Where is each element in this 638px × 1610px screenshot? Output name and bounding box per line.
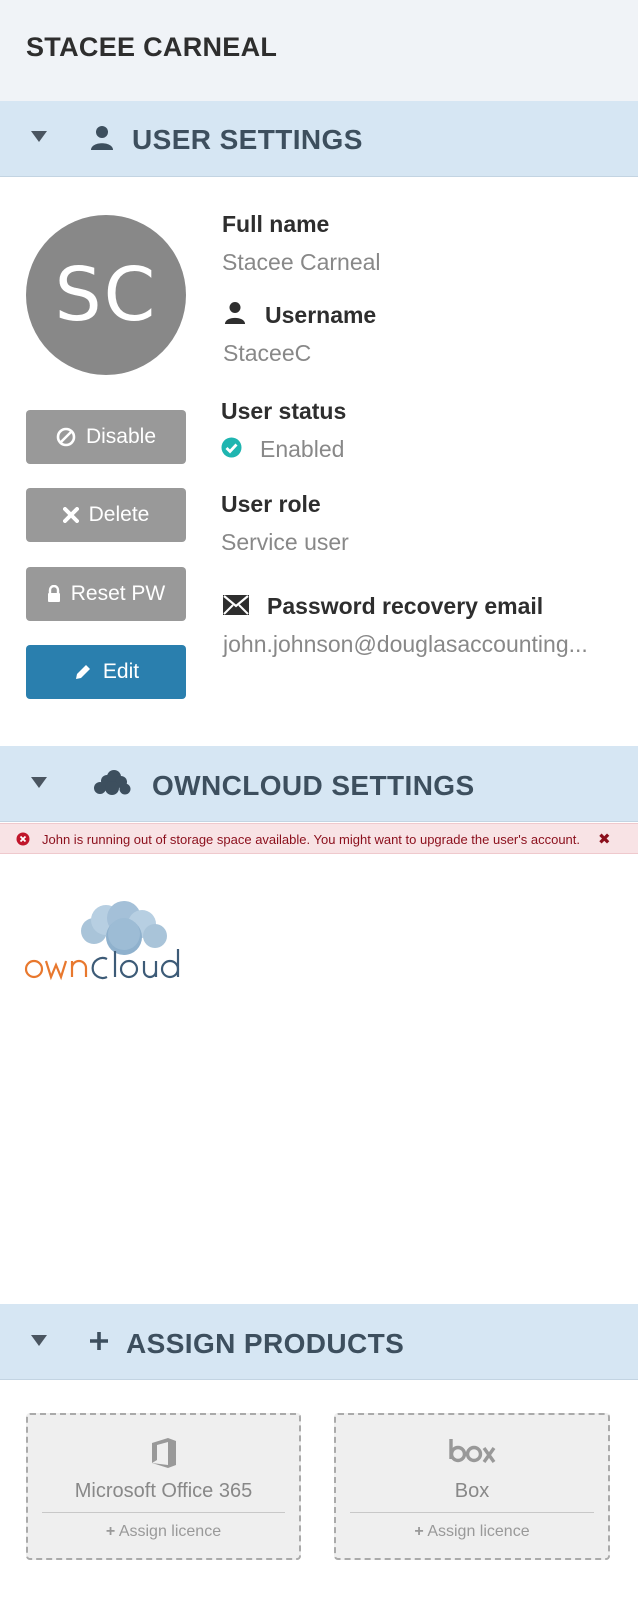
assign-licence-label: Assign licence — [427, 1523, 530, 1540]
check-circle-icon — [221, 437, 242, 463]
full-name-value: Stacee Carneal — [222, 249, 381, 275]
divider — [350, 1512, 594, 1513]
assign-licence-link[interactable]: + Assign licence — [336, 1523, 608, 1541]
username-label: Username — [265, 302, 377, 328]
lock-icon — [47, 585, 61, 603]
office-icon — [28, 1437, 299, 1469]
user-icon — [90, 125, 114, 156]
owncloud-logo — [24, 893, 194, 988]
plus-icon: + — [105, 1523, 116, 1540]
disable-button-label: Disable — [85, 425, 157, 448]
product-name: Box — [454, 1480, 490, 1502]
plus-icon: + — [414, 1523, 424, 1540]
user-settings-section-header[interactable]: USER SETTINGS — [0, 101, 638, 177]
avatar: SC — [26, 215, 186, 375]
delete-button-label: Delete — [88, 503, 150, 526]
block-icon — [56, 427, 76, 447]
user-icon — [224, 301, 246, 330]
username-value: StaceeC — [223, 340, 312, 366]
user-status-value: Enabled — [260, 436, 345, 462]
product-name: Microsoft Office 365 — [74, 1480, 253, 1502]
user-status-label: User status — [221, 398, 347, 424]
recovery-email-value: john.johnson@douglasaccounting... — [223, 631, 588, 657]
cloud-icon — [92, 770, 132, 801]
assign-licence-label: Assign licence — [118, 1523, 222, 1540]
edit-button-label: Edit — [102, 660, 140, 683]
storage-warning-alert: John is running out of storage space ava… — [0, 823, 638, 854]
disable-button[interactable]: Disable — [26, 410, 186, 464]
page-header: STACEE CARNEAL — [0, 0, 638, 101]
reset-password-button[interactable]: Reset PW — [26, 567, 186, 621]
product-card-box[interactable]: Box + Assign licence — [334, 1413, 610, 1560]
edit-button[interactable]: Edit — [26, 645, 186, 699]
assign-products-section-header[interactable]: ASSIGN PRODUCTS — [0, 1304, 638, 1380]
assign-products-title: ASSIGN PRODUCTS — [126, 1328, 405, 1359]
collapse-chevron-icon[interactable] — [31, 777, 47, 788]
owncloud-settings-title: OWNCLOUD SETTINGS — [152, 770, 475, 801]
assign-licence-link[interactable]: + Assign licence — [28, 1523, 299, 1541]
box-logo-icon — [336, 1437, 608, 1465]
plus-icon — [89, 1331, 109, 1356]
user-role-value: Service user — [221, 529, 349, 555]
close-icon[interactable]: ✖ — [598, 830, 611, 848]
close-icon — [62, 507, 79, 523]
owncloud-settings-section-header[interactable]: OWNCLOUD SETTINGS — [0, 746, 638, 822]
error-icon — [16, 832, 30, 851]
collapse-chevron-icon[interactable] — [31, 1335, 47, 1346]
collapse-chevron-icon[interactable] — [31, 131, 47, 142]
product-card-office365[interactable]: Microsoft Office 365 + Assign licence — [26, 1413, 301, 1560]
user-settings-title: USER SETTINGS — [132, 124, 363, 155]
envelope-icon — [223, 595, 249, 620]
delete-button[interactable]: Delete — [26, 488, 186, 542]
reset-password-button-label: Reset PW — [70, 582, 166, 605]
user-role-label: User role — [221, 491, 321, 517]
page-title: STACEE CARNEAL — [26, 32, 278, 62]
alert-message: John is running out of storage space ava… — [42, 832, 581, 847]
recovery-email-label: Password recovery email — [267, 593, 544, 619]
pencil-icon — [73, 662, 93, 682]
divider — [42, 1512, 285, 1513]
full-name-label: Full name — [222, 211, 330, 237]
